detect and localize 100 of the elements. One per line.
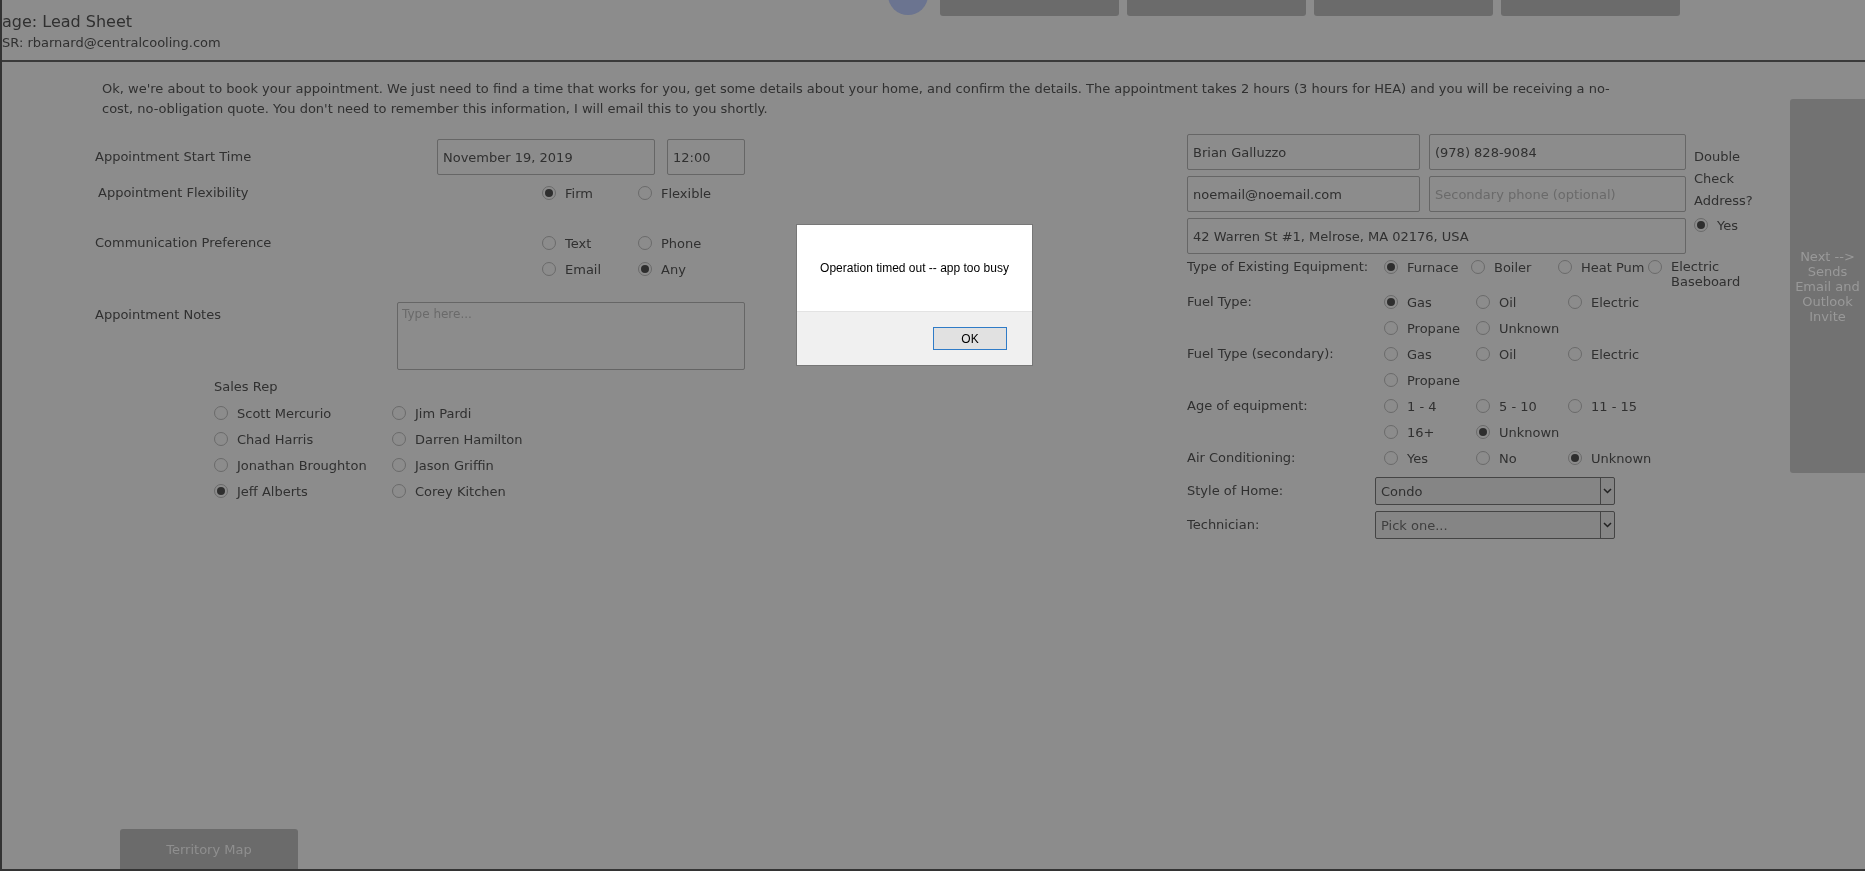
option-label: Electric [1591,346,1640,362]
double-check-label: Double Check Address? [1694,148,1754,210]
radio-option[interactable]: Text [542,230,638,256]
field-label: Age of equipment: [1187,397,1308,415]
option-label: Flexible [661,185,712,201]
field-label: Style of Home: [1187,482,1284,500]
radio-option[interactable]: Yes [1694,212,1774,238]
field-label: Technician: [1187,516,1260,534]
radio-option[interactable]: Propane [1384,367,1476,393]
option-label: Jason Griffin [415,457,494,473]
option-label: Gas [1407,294,1432,310]
dropdown[interactable]: Pick one... [1375,511,1615,539]
ok-button[interactable]: OK [933,327,1007,350]
option-label: Phone [661,235,702,251]
name-field[interactable]: Brian Galluzzo [1187,134,1420,170]
radio-option[interactable]: Phone [638,230,734,256]
caret-icon [1600,478,1614,504]
option-label: Firm [565,185,593,201]
field-label: Appointment Flexibility [97,184,249,202]
option-label: Boiler [1494,259,1532,275]
option-label: Any [661,261,686,277]
radio-option[interactable]: Unknown [1476,315,1568,341]
radio-option[interactable]: Scott Mercurio [214,400,392,426]
radio-option[interactable]: Unknown [1568,445,1660,471]
radio-option[interactable]: Gas [1384,341,1476,367]
radio-option[interactable]: Darren Hamilton [392,426,570,452]
radio-option[interactable]: Boiler [1471,254,1558,280]
option-label: Unknown [1499,424,1560,440]
radio-option[interactable]: Jim Pardi [392,400,570,426]
option-label: No [1499,450,1517,466]
option-label: Heat Pum [1581,259,1645,275]
radio-option[interactable]: Chad Harris [214,426,392,452]
option-label: Unknown [1499,320,1560,336]
option-label: Text [565,235,592,251]
option-label: Oil [1499,294,1517,310]
option-label: Yes [1407,450,1428,466]
alert-message: Operation timed out -- app too busy [819,260,1010,277]
time-field[interactable]: 12:00 [667,139,745,175]
header-button[interactable] [1127,0,1306,16]
phone-field[interactable]: (978) 828-9084 [1429,134,1686,170]
radio-option[interactable]: 11 - 15 [1568,393,1660,419]
header-button[interactable] [1314,0,1493,16]
radio-option[interactable]: 1 - 4 [1384,393,1476,419]
radio-option[interactable]: Furnace [1384,254,1471,280]
option-label: Jonathan Broughton [237,457,367,473]
radio-option[interactable]: Oil [1476,341,1568,367]
radio-option[interactable]: Oil [1476,289,1568,315]
option-label: Jim Pardi [415,405,472,421]
page-label: age: Lead Sheet [2,12,134,32]
radio-option[interactable]: Propane [1384,315,1476,341]
option-label: Unknown [1591,450,1652,466]
option-label: Electric [1591,294,1640,310]
radio-option[interactable]: 5 - 10 [1476,393,1568,419]
radio-option[interactable]: Jason Griffin [392,452,570,478]
option-label: Gas [1407,346,1432,362]
field-label: Appointment Start Time [95,148,252,166]
option-label: Email [565,261,602,277]
radio-option[interactable]: Corey Kitchen [392,478,570,504]
radio-option[interactable]: Jonathan Broughton [214,452,392,478]
option-label: 16+ [1407,424,1435,440]
header-button[interactable] [1501,0,1680,16]
radio-option[interactable]: 16+ [1384,419,1476,445]
field-label: Sales Rep [214,378,278,396]
option-label: 1 - 4 [1407,398,1437,414]
radio-option[interactable]: Electric Baseboard [1648,254,1738,289]
field-label: Air Conditioning: [1187,449,1296,467]
option-label: Jeff Alberts [237,483,308,499]
radio-option[interactable]: Gas [1384,289,1476,315]
option-label: Corey Kitchen [415,483,506,499]
radio-option[interactable]: Any [638,256,734,282]
option-label: Electric Baseboard [1671,259,1741,289]
radio-option[interactable]: Firm [542,180,638,206]
radio-option[interactable]: Electric [1568,289,1660,315]
field-label: Fuel Type (secondary): [1187,345,1334,363]
field-label: Fuel Type: [1187,293,1252,311]
radio-option[interactable]: Email [542,256,638,282]
address-field[interactable]: 42 Warren St #1, Melrose, MA 02176, USA [1187,218,1686,254]
radio-option[interactable]: Electric [1568,341,1660,367]
radio-option[interactable]: Jeff Alberts [214,478,392,504]
header-button[interactable] [940,0,1119,16]
csr-label: SR: rbarnard@centralcooling.com [2,34,222,52]
option-label: Darren Hamilton [415,431,523,447]
date-field[interactable]: November 19, 2019 [437,139,655,175]
radio-option[interactable]: Flexible [638,180,734,206]
dropdown[interactable]: Condo [1375,477,1615,505]
option-label: Yes [1717,217,1738,233]
option-label: Oil [1499,346,1517,362]
radio-option[interactable]: Unknown [1476,419,1568,445]
radio-option[interactable]: No [1476,445,1568,471]
email-field[interactable]: noemail@noemail.com [1187,176,1420,212]
field-label: Communication Preference [95,234,272,252]
radio-option[interactable]: Heat Pum [1558,254,1648,280]
option-label: 11 - 15 [1591,398,1638,414]
option-label: Propane [1407,372,1461,388]
option-label: Scott Mercurio [237,405,332,421]
radio-option[interactable]: Yes [1384,445,1476,471]
option-label: 5 - 10 [1499,398,1537,414]
option-label: Chad Harris [237,431,314,447]
option-label: Propane [1407,320,1461,336]
field-label: Appointment Notes [95,306,221,324]
